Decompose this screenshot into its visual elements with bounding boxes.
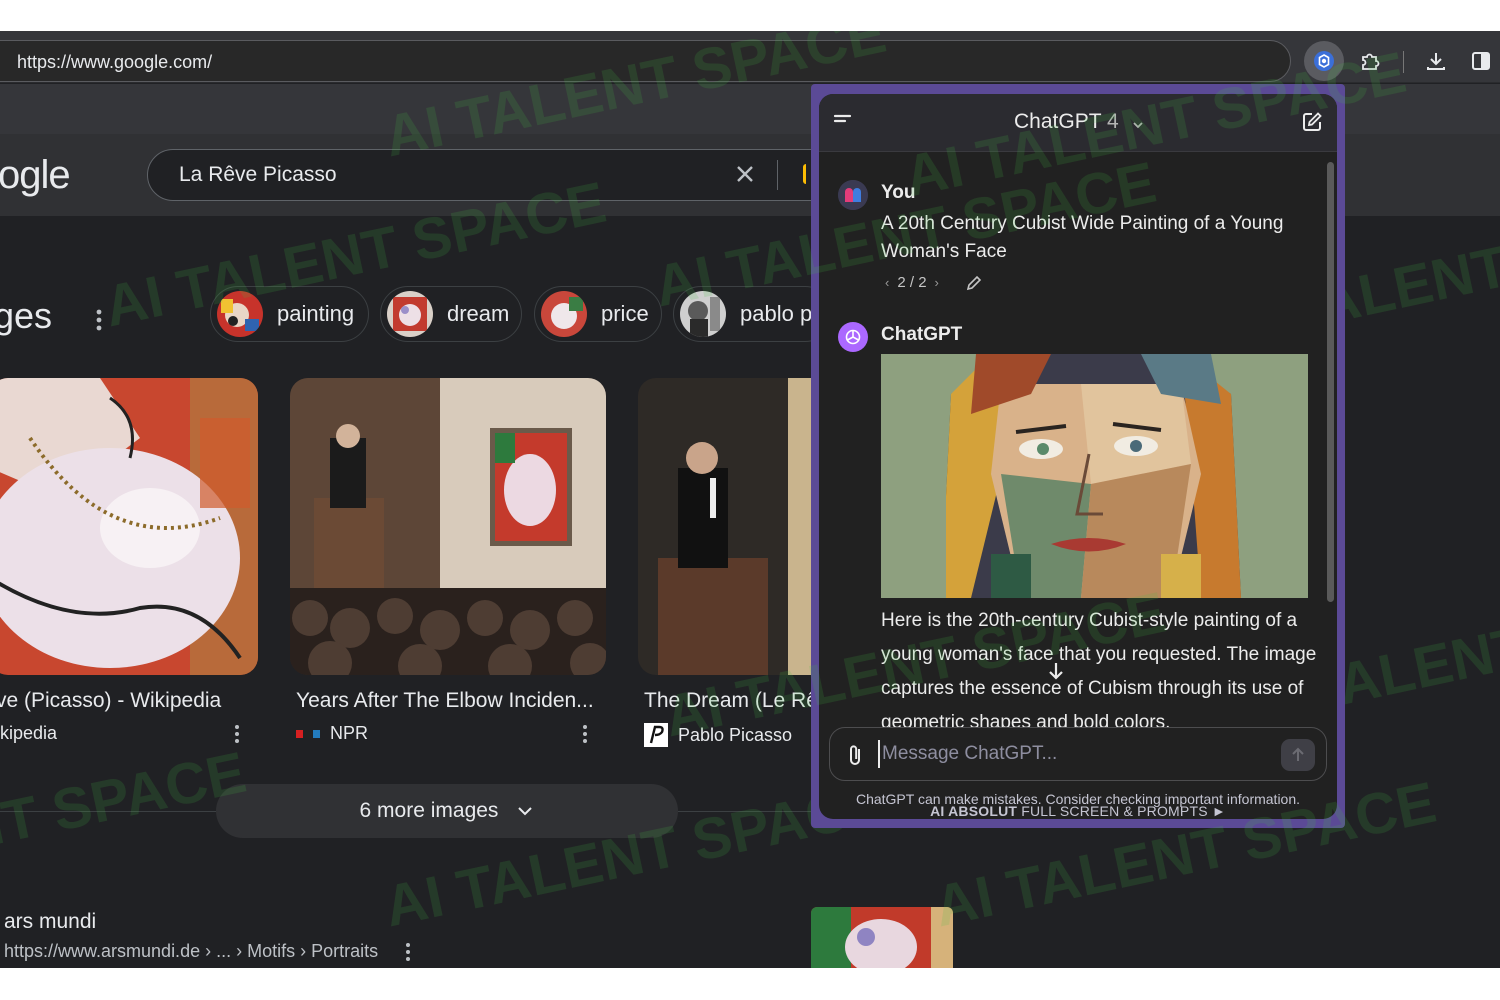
result-title[interactable]: The Dream (Le Rê xyxy=(644,689,818,713)
result-source-name: ikipedia xyxy=(0,723,58,743)
result-source[interactable]: Pablo Picasso xyxy=(644,723,792,747)
chip-thumbnail xyxy=(680,291,726,337)
image-result-npr[interactable] xyxy=(290,378,606,675)
chatgpt-avatar xyxy=(838,322,868,352)
divider xyxy=(0,811,216,812)
chatgpt-panel-body: ChatGPT 4 You A 20th Century Cubist Wide… xyxy=(819,94,1337,819)
side-panel-icon xyxy=(1472,52,1490,70)
arrow-up-icon xyxy=(1292,747,1304,761)
result-site-url-text: https://www.arsmundi.de › ... › Motifs ›… xyxy=(4,941,379,961)
arrow-down-icon[interactable] xyxy=(1044,659,1068,683)
promo-link[interactable]: AI ABSOLUT FULL SCREEN & PROMPTS ► xyxy=(819,803,1337,819)
generated-cubist-image[interactable] xyxy=(881,354,1308,598)
watermark-text: AI TALENT SPACE xyxy=(0,739,252,910)
chip-thumbnail xyxy=(387,291,433,337)
chevron-down-icon xyxy=(518,807,533,816)
assistant-message: Here is the 20th-century Cubist-style pa… xyxy=(881,610,1317,732)
chip-label: painting xyxy=(277,301,355,326)
chevron-down-icon[interactable] xyxy=(1132,120,1144,130)
search-query[interactable]: La Rêve Picasso xyxy=(179,163,337,187)
more-vert-icon[interactable] xyxy=(232,723,242,745)
menu-icon[interactable] xyxy=(833,112,853,130)
more-images-button[interactable]: 6 more images xyxy=(216,784,678,838)
address-bar[interactable]: https://www.google.com/ xyxy=(0,40,1291,82)
result-title[interactable]: Years After The Elbow Inciden... xyxy=(296,689,594,713)
chip-label: dream xyxy=(447,301,510,326)
user-message: A 20th Century Cubist Wide Painting of a… xyxy=(881,213,1284,262)
chat-scrollbar[interactable] xyxy=(1327,162,1334,602)
chatgpt-logo-icon xyxy=(1314,51,1334,71)
divider xyxy=(678,811,818,812)
result-source-name: Pablo Picasso xyxy=(678,724,793,745)
download-icon xyxy=(1427,53,1445,70)
more-images-label: 6 more images xyxy=(359,799,499,822)
model-name: ChatGPT xyxy=(1014,110,1102,133)
search-divider xyxy=(777,160,778,190)
result-title[interactable]: ve (Picasso) - Wikipedia xyxy=(0,689,221,713)
image-result-wikipedia[interactable] xyxy=(0,378,258,675)
image-result-pablo-picasso[interactable] xyxy=(638,378,838,675)
chip-label: pablo p xyxy=(740,301,813,326)
result-source-name: NPR xyxy=(330,723,369,743)
model-version: 4 xyxy=(1107,110,1119,133)
chevron-right-icon[interactable]: › xyxy=(935,275,939,290)
google-logo[interactable]: ogle xyxy=(0,153,71,198)
chip-dream[interactable]: dream xyxy=(380,286,522,342)
result-source[interactable]: ikipedia xyxy=(0,723,57,744)
chip-price[interactable]: price xyxy=(534,286,662,342)
response-pager[interactable]: ‹ 2 / 2 › xyxy=(885,274,939,291)
chatgpt-extension-button[interactable] xyxy=(1304,41,1344,81)
extensions-button[interactable] xyxy=(1350,41,1390,81)
puzzle-icon xyxy=(1362,53,1380,70)
message-input[interactable] xyxy=(878,740,1268,768)
chip-pablo-picasso[interactable]: pablo p xyxy=(673,286,833,342)
chip-label: price xyxy=(601,301,649,326)
toolbar-separator xyxy=(1403,51,1404,73)
result-source[interactable]: NPR xyxy=(296,723,368,744)
chip-painting[interactable]: painting xyxy=(210,286,369,342)
more-vert-icon[interactable] xyxy=(403,941,413,963)
pager-count: 2 / 2 xyxy=(897,274,927,291)
user-avatar xyxy=(838,180,868,210)
images-section-heading: ges xyxy=(0,295,53,336)
downloads-button[interactable] xyxy=(1416,41,1456,81)
side-panel-button[interactable] xyxy=(1461,41,1500,81)
message-composer[interactable] xyxy=(829,727,1327,781)
address-url[interactable]: https://www.google.com/ xyxy=(17,52,212,73)
google-search-box[interactable]: La Rêve Picasso xyxy=(147,149,847,201)
promo-brand: AI ABSOLUT xyxy=(930,803,1018,819)
promo-text: FULL SCREEN & PROMPTS ► xyxy=(1021,803,1226,819)
chatgpt-header: ChatGPT 4 xyxy=(819,94,1337,152)
result-site-url[interactable]: https://www.arsmundi.de › ... › Motifs ›… xyxy=(4,941,413,963)
chevron-left-icon[interactable]: ‹ xyxy=(885,275,889,290)
chip-thumbnail xyxy=(541,291,587,337)
edit-icon[interactable] xyxy=(965,274,983,292)
pablo-picasso-site-icon xyxy=(644,723,668,747)
new-chat-icon[interactable] xyxy=(1301,111,1323,133)
more-vert-icon[interactable] xyxy=(92,305,106,335)
result-site-name[interactable]: ars mundi xyxy=(4,910,96,934)
screen: https://www.google.com/ ogle La Rêve Pic… xyxy=(0,31,1500,968)
npr-logo-icon xyxy=(296,729,320,738)
chatgpt-panel: ChatGPT 4 You A 20th Century Cubist Wide… xyxy=(811,84,1345,828)
send-button[interactable] xyxy=(1281,739,1315,771)
voice-search-icon[interactable] xyxy=(803,164,809,184)
model-selector[interactable]: ChatGPT 4 xyxy=(1014,110,1119,134)
browser-toolbar: https://www.google.com/ xyxy=(0,31,1500,83)
more-vert-icon[interactable] xyxy=(580,723,590,745)
chip-thumbnail xyxy=(217,291,263,337)
result-thumbnail[interactable] xyxy=(811,907,953,968)
openai-logo-icon xyxy=(845,329,861,345)
user-name: You xyxy=(881,182,916,203)
close-icon[interactable] xyxy=(731,160,759,188)
assistant-name: ChatGPT xyxy=(881,324,963,345)
paperclip-icon[interactable] xyxy=(846,743,864,767)
